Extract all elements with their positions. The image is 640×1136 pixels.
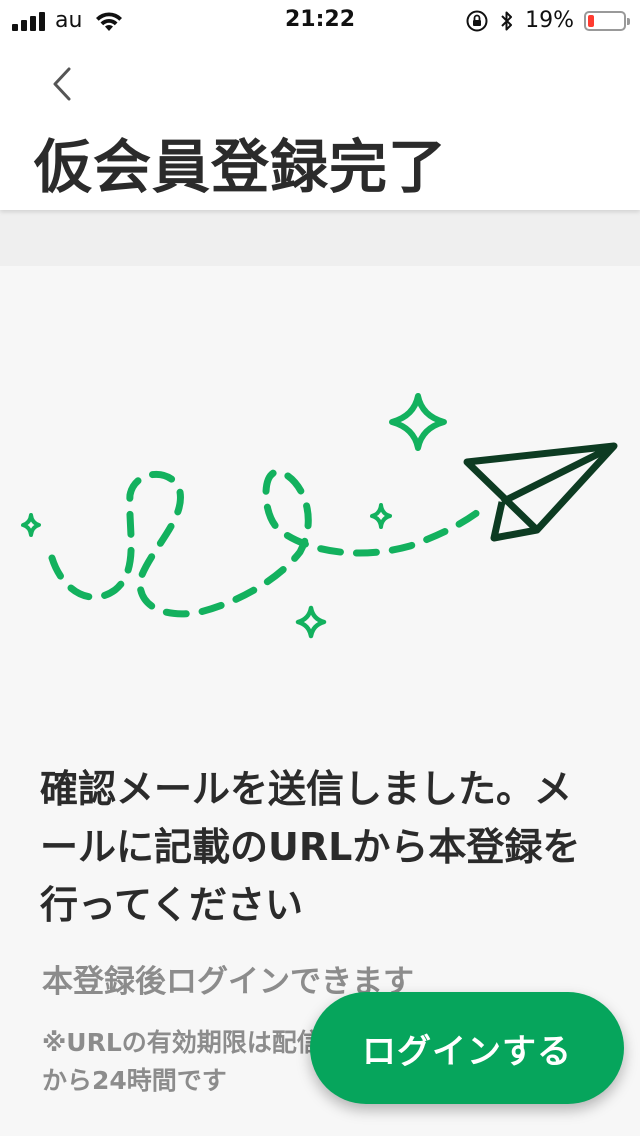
status-bar: au 21:22 19%	[0, 0, 640, 40]
paper-plane-illustration	[21, 393, 618, 639]
sparkle-icon	[295, 605, 327, 639]
login-button[interactable]: ログインする	[310, 992, 624, 1104]
status-right: 19%	[465, 8, 630, 33]
battery-level	[588, 14, 595, 27]
url-expiry-note: ※URLの有効期限は配信から24時間です	[42, 1028, 322, 1095]
battery-percent: 19%	[525, 8, 574, 33]
back-button[interactable]	[40, 62, 84, 106]
sparkle-icon	[389, 393, 447, 451]
header: 仮会員登録完了	[0, 40, 640, 210]
battery-icon	[584, 10, 630, 31]
confirmation-headline: 確認メールを送信しました。メールに記載のURLから本登録を行ってください	[40, 767, 581, 927]
dashed-flight-path	[48, 468, 482, 618]
bluetooth-icon	[501, 11, 513, 30]
sparkle-icon	[21, 513, 41, 537]
chevron-left-icon	[53, 67, 71, 101]
page-title: 仮会員登録完了	[34, 133, 448, 201]
paper-plane-icon	[463, 442, 618, 542]
orientation-lock-icon	[466, 10, 488, 31]
sparkle-icon	[370, 503, 392, 529]
header-divider-band	[0, 210, 640, 266]
battery-tip	[627, 17, 630, 25]
